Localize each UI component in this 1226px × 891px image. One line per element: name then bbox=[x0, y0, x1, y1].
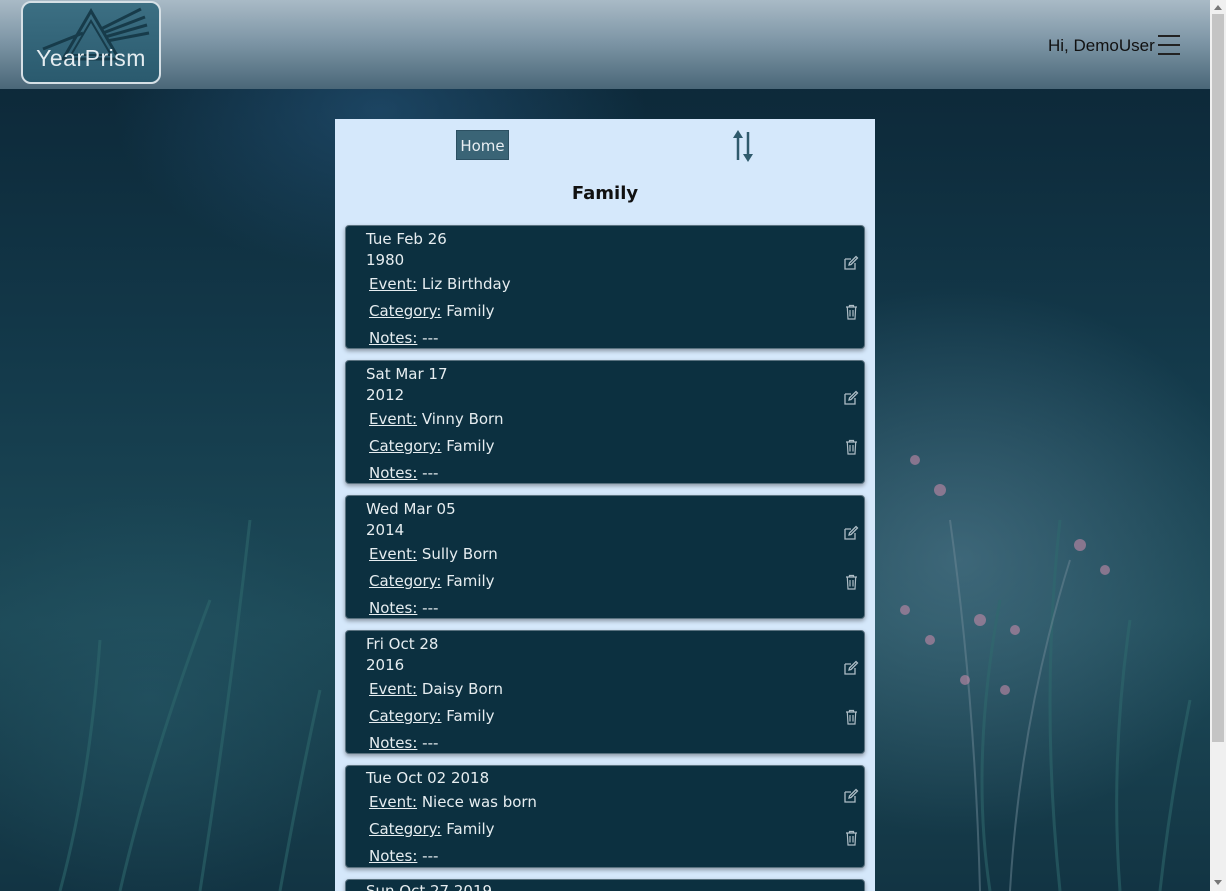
event-category-row: Category: Family bbox=[369, 572, 495, 590]
event-label: Event: bbox=[369, 275, 418, 293]
category-label: Category: bbox=[369, 437, 442, 455]
hamburger-menu-icon[interactable] bbox=[1158, 35, 1180, 55]
top-header: YearPrism Hi, DemoUser bbox=[0, 0, 1210, 89]
events-panel: Home Family Tue Feb 26 1980 Event: Liz B… bbox=[335, 119, 875, 891]
category-label: Category: bbox=[369, 302, 442, 320]
page-scrollbar[interactable] bbox=[1210, 0, 1226, 891]
category-label: Category: bbox=[369, 572, 442, 590]
delete-trash-icon[interactable] bbox=[845, 439, 858, 455]
scroll-thumb[interactable] bbox=[1212, 14, 1224, 742]
event-notes: --- bbox=[422, 599, 439, 617]
event-notes: --- bbox=[422, 329, 439, 347]
scroll-up-arrow-icon[interactable] bbox=[1214, 5, 1222, 10]
event-category: Family bbox=[446, 302, 495, 320]
event-card: Tue Oct 02 2018 Event: Niece was born Ca… bbox=[345, 765, 865, 868]
notes-label: Notes: bbox=[369, 734, 418, 752]
event-year: 2012 bbox=[366, 386, 405, 404]
event-date: Tue Feb 26 bbox=[366, 230, 447, 248]
event-notes-row: Notes: --- bbox=[369, 847, 438, 865]
delete-trash-icon[interactable] bbox=[845, 574, 858, 590]
category-label: Category: bbox=[369, 820, 442, 838]
event-date: Wed Mar 05 bbox=[366, 500, 456, 518]
edit-icon[interactable] bbox=[843, 525, 859, 541]
notes-label: Notes: bbox=[369, 847, 418, 865]
event-name-row: Event: Sully Born bbox=[369, 545, 498, 563]
event-category-row: Category: Family bbox=[369, 437, 495, 455]
event-card: Sun Oct 27 2019 bbox=[345, 879, 865, 891]
notes-label: Notes: bbox=[369, 464, 418, 482]
event-notes-row: Notes: --- bbox=[369, 329, 438, 347]
category-label: Category: bbox=[369, 707, 442, 725]
event-year: 2016 bbox=[366, 656, 405, 674]
notes-label: Notes: bbox=[369, 599, 418, 617]
event-name: Vinny Born bbox=[421, 410, 504, 428]
event-date: Tue Oct 02 2018 bbox=[366, 769, 490, 787]
event-name-row: Event: Liz Birthday bbox=[369, 275, 511, 293]
event-notes-row: Notes: --- bbox=[369, 599, 438, 617]
page-title: Family bbox=[571, 183, 639, 204]
edit-icon[interactable] bbox=[843, 255, 859, 271]
event-name-row: Event: Vinny Born bbox=[369, 410, 503, 428]
event-notes-row: Notes: --- bbox=[369, 734, 438, 752]
event-card: Sat Mar 17 2012 Event: Vinny Born Catego… bbox=[345, 360, 865, 484]
event-category: Family bbox=[446, 437, 495, 455]
event-card: Wed Mar 05 2014 Event: Sully Born Catego… bbox=[345, 495, 865, 619]
event-notes: --- bbox=[422, 847, 439, 865]
home-button[interactable]: Home bbox=[456, 130, 509, 160]
edit-icon[interactable] bbox=[843, 660, 859, 676]
event-category: Family bbox=[446, 707, 495, 725]
logo-text: YearPrism bbox=[36, 45, 146, 71]
event-category-row: Category: Family bbox=[369, 707, 495, 725]
event-label: Event: bbox=[369, 410, 418, 428]
yearprism-logo[interactable]: YearPrism bbox=[21, 1, 161, 84]
event-year: 2014 bbox=[366, 521, 405, 539]
user-greeting[interactable]: Hi, DemoUser bbox=[1048, 36, 1155, 56]
event-date: Sun Oct 27 2019 bbox=[366, 882, 493, 891]
event-category: Family bbox=[446, 572, 495, 590]
event-name-row: Event: Niece was born bbox=[369, 793, 537, 811]
event-year: 1980 bbox=[366, 251, 405, 269]
delete-trash-icon[interactable] bbox=[845, 304, 858, 320]
edit-icon[interactable] bbox=[843, 390, 859, 406]
event-name: Niece was born bbox=[421, 793, 537, 811]
event-name: Liz Birthday bbox=[421, 275, 511, 293]
event-category: Family bbox=[446, 820, 495, 838]
event-card: Fri Oct 28 2016 Event: Daisy Born Catego… bbox=[345, 630, 865, 754]
event-label: Event: bbox=[369, 680, 418, 698]
event-category-row: Category: Family bbox=[369, 302, 495, 320]
edit-icon[interactable] bbox=[843, 788, 859, 804]
event-date: Sat Mar 17 bbox=[366, 365, 448, 383]
scroll-down-arrow-icon[interactable] bbox=[1214, 880, 1222, 885]
event-name: Sully Born bbox=[421, 545, 498, 563]
event-card: Tue Feb 26 1980 Event: Liz Birthday Cate… bbox=[345, 225, 865, 349]
event-name-row: Event: Daisy Born bbox=[369, 680, 503, 698]
event-date: Fri Oct 28 bbox=[366, 635, 439, 653]
event-category-row: Category: Family bbox=[369, 820, 495, 838]
event-label: Event: bbox=[369, 545, 418, 563]
delete-trash-icon[interactable] bbox=[845, 830, 858, 846]
event-notes: --- bbox=[422, 464, 439, 482]
event-label: Event: bbox=[369, 793, 418, 811]
sort-order-icon[interactable] bbox=[731, 128, 755, 164]
event-notes-row: Notes: --- bbox=[369, 464, 438, 482]
event-name: Daisy Born bbox=[421, 680, 504, 698]
event-notes: --- bbox=[422, 734, 439, 752]
delete-trash-icon[interactable] bbox=[845, 709, 858, 725]
notes-label: Notes: bbox=[369, 329, 418, 347]
